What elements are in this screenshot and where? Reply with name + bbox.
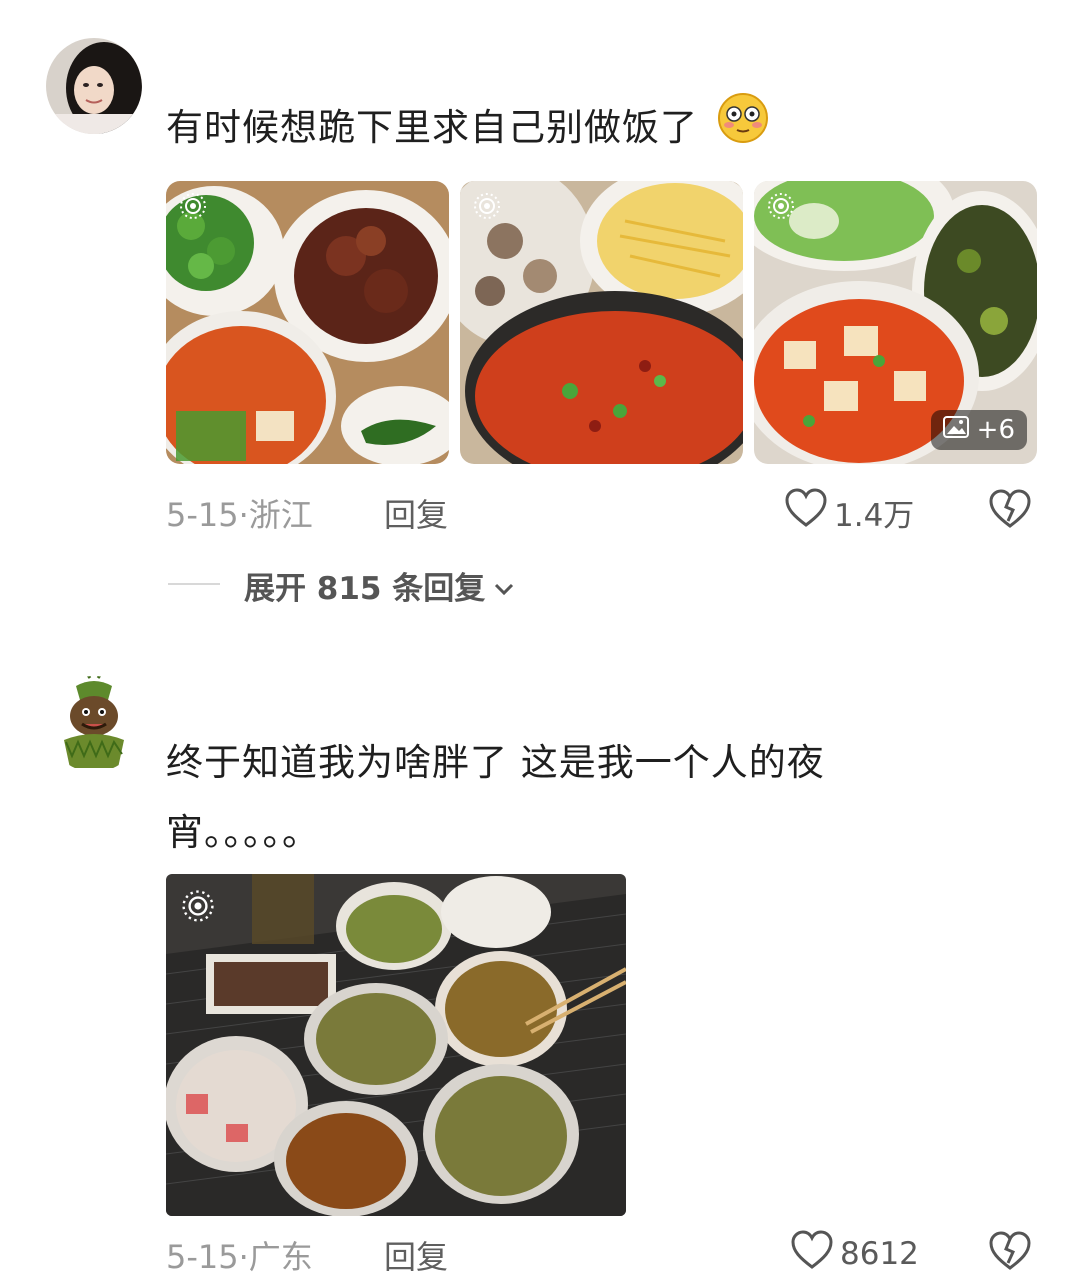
comment-image[interactable] [460, 181, 743, 464]
comment-text-line: 宵。。。。。 [166, 811, 320, 854]
comment-image[interactable]: +6 [754, 181, 1037, 464]
expand-replies-button[interactable]: 展开 815 条回复 [244, 563, 515, 608]
meta-separator: · [238, 496, 249, 534]
live-photo-icon [180, 888, 216, 928]
comment-text: 有时候想跪下里求自己别做饭了 [166, 92, 769, 167]
dislike-button[interactable] [988, 488, 1032, 534]
like-count: 1.4万 [834, 497, 915, 534]
like-button[interactable]: 1.4万 [784, 488, 914, 536]
chevron-down-icon [493, 568, 515, 604]
live-photo-icon [178, 191, 208, 225]
comment-text-line: 终于知道我为啥胖了 这是我一个人的夜 [166, 741, 825, 784]
reply-button[interactable]: 回复 [384, 490, 448, 536]
more-images-badge[interactable]: +6 [930, 410, 1027, 450]
comment-meta: 5-15·广东 [166, 1232, 313, 1278]
live-photo-icon [766, 191, 796, 225]
comment-location: 广东 [248, 1238, 313, 1276]
comment-text: 终于知道我为啥胖了 这是我一个人的夜 宵。。。。。 [166, 728, 986, 868]
avatar[interactable] [46, 38, 142, 134]
comment-text-content: 有时候想跪下里求自己别做饭了 [166, 106, 698, 149]
like-button[interactable]: 8612 [790, 1230, 919, 1278]
comment-date: 5-15 [166, 1238, 239, 1276]
meta-separator: · [238, 1238, 249, 1276]
image-gallery-icon [942, 415, 969, 445]
live-photo-icon [472, 191, 502, 225]
dislike-icon [988, 1231, 1032, 1276]
expand-replies-label: 展开 815 条回复 [244, 571, 486, 607]
comment-location: 浙江 [248, 496, 313, 534]
comment-image[interactable] [166, 874, 626, 1216]
expand-divider [168, 583, 220, 585]
flushed-emoji-icon [717, 92, 769, 167]
reply-button[interactable]: 回复 [384, 1232, 448, 1278]
comment-image[interactable] [166, 181, 449, 464]
like-count: 8612 [840, 1236, 919, 1272]
avatar[interactable] [46, 676, 142, 772]
dislike-button[interactable] [988, 1230, 1032, 1276]
comment-date: 5-15 [166, 496, 239, 534]
dislike-icon [988, 489, 1032, 534]
comment-meta: 5-15·浙江 [166, 490, 313, 536]
more-images-count: +6 [976, 415, 1015, 445]
heart-icon [790, 1230, 834, 1278]
heart-icon [784, 488, 828, 536]
